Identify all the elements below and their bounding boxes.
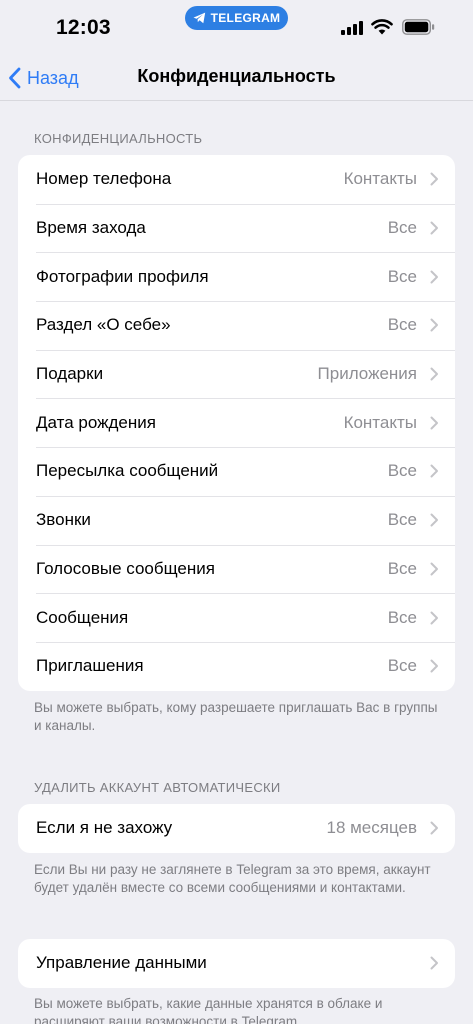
navigation-bar: Назад Конфиденциальность bbox=[0, 56, 473, 101]
status-time: 12:03 bbox=[56, 16, 111, 39]
telegram-pill[interactable]: TELEGRAM bbox=[185, 6, 288, 30]
row-voice-messages[interactable]: Голосовые сообщения Все bbox=[18, 544, 455, 594]
row-value: Все bbox=[387, 510, 417, 530]
row-label: Дата рождения bbox=[36, 412, 156, 432]
auto-delete-section-header: УДАЛИТЬ АККАУНТ АВТОМАТИЧЕСКИ bbox=[34, 780, 281, 795]
auto-delete-card: Если я не захожу 18 месяцев bbox=[18, 804, 455, 853]
battery-icon bbox=[402, 19, 435, 35]
row-messages[interactable]: Сообщения Все bbox=[18, 593, 455, 642]
row-label: Управление данными bbox=[36, 953, 207, 973]
row-label: Номер телефона bbox=[36, 169, 172, 189]
telegram-plane-icon bbox=[193, 12, 205, 24]
row-value: Все bbox=[387, 558, 417, 578]
chevron-right-icon bbox=[430, 416, 438, 430]
row-label: Раздел «О себе» bbox=[36, 315, 171, 335]
row-label: Время захода bbox=[36, 218, 146, 238]
row-value: Все bbox=[387, 607, 417, 627]
privacy-footer-note: Вы можете выбрать, кому разрешаете пригл… bbox=[34, 700, 438, 733]
row-value: Все bbox=[387, 461, 417, 481]
data-management-card: Управление данными bbox=[18, 939, 455, 988]
chevron-right-icon bbox=[430, 611, 438, 625]
row-label: Приглашения bbox=[36, 656, 144, 676]
telegram-pill-label: TELEGRAM bbox=[210, 11, 281, 25]
status-bar: 12:03 TELEGRAM bbox=[0, 0, 473, 56]
chevron-right-icon bbox=[430, 513, 438, 527]
row-forwarded-messages[interactable]: Пересылка сообщений Все bbox=[18, 447, 455, 496]
chevron-right-icon bbox=[430, 221, 438, 235]
chevron-right-icon bbox=[430, 956, 438, 970]
row-invites[interactable]: Приглашения Все bbox=[18, 641, 455, 691]
row-birthday[interactable]: Дата рождения Контакты bbox=[18, 398, 455, 447]
data-footer-note: Вы можете выбрать, какие данные хранятся… bbox=[34, 996, 383, 1024]
row-value: Все bbox=[387, 656, 417, 676]
chevron-right-icon bbox=[430, 318, 438, 332]
row-phone-number[interactable]: Номер телефона Контакты bbox=[18, 155, 455, 204]
privacy-settings-card: Номер телефона Контакты Время захода Все… bbox=[18, 155, 455, 691]
row-label: Фотографии профиля bbox=[36, 266, 209, 286]
privacy-screen: 12:03 TELEGRAM Назад Конфиденциальность … bbox=[0, 0, 473, 1024]
row-value: 18 месяцев bbox=[326, 818, 417, 838]
chevron-right-icon bbox=[430, 367, 438, 381]
row-gifts[interactable]: Подарки Приложения bbox=[18, 349, 455, 399]
page-title: Конфиденциальность bbox=[137, 66, 336, 86]
row-value: Контакты bbox=[343, 169, 417, 189]
row-last-seen[interactable]: Время захода Все bbox=[18, 203, 455, 253]
chevron-right-icon bbox=[430, 270, 438, 284]
chevron-right-icon bbox=[430, 821, 438, 835]
row-label: Подарки bbox=[36, 364, 104, 384]
row-label: Сообщения bbox=[36, 607, 129, 627]
row-value: Контакты bbox=[343, 412, 417, 432]
row-label: Если я не захожу bbox=[36, 818, 173, 838]
row-bio[interactable]: Раздел «О себе» Все bbox=[18, 301, 455, 350]
chevron-right-icon bbox=[430, 659, 438, 673]
row-calls[interactable]: Звонки Все bbox=[18, 495, 455, 545]
auto-delete-footer-note: Если Вы ни разу не заглянете в Telegram … bbox=[34, 862, 431, 895]
row-value: Все bbox=[387, 266, 417, 286]
row-value: Все bbox=[387, 315, 417, 335]
row-value: Приложения bbox=[317, 364, 417, 384]
cellular-signal-icon bbox=[341, 21, 363, 35]
row-profile-photos[interactable]: Фотографии профиля Все bbox=[18, 252, 455, 301]
row-label: Пересылка сообщений bbox=[36, 461, 219, 481]
privacy-section-header: КОНФИДЕНЦИАЛЬНОСТЬ bbox=[34, 131, 203, 146]
chevron-right-icon bbox=[430, 562, 438, 576]
row-if-away-for[interactable]: Если я не захожу 18 месяцев bbox=[18, 804, 455, 853]
row-value: Все bbox=[387, 218, 417, 238]
row-label: Голосовые сообщения bbox=[36, 558, 215, 578]
row-label: Звонки bbox=[36, 510, 91, 530]
chevron-right-icon bbox=[430, 172, 438, 186]
row-data-management[interactable]: Управление данными bbox=[18, 939, 455, 988]
chevron-right-icon bbox=[430, 464, 438, 478]
wifi-icon bbox=[371, 19, 393, 35]
